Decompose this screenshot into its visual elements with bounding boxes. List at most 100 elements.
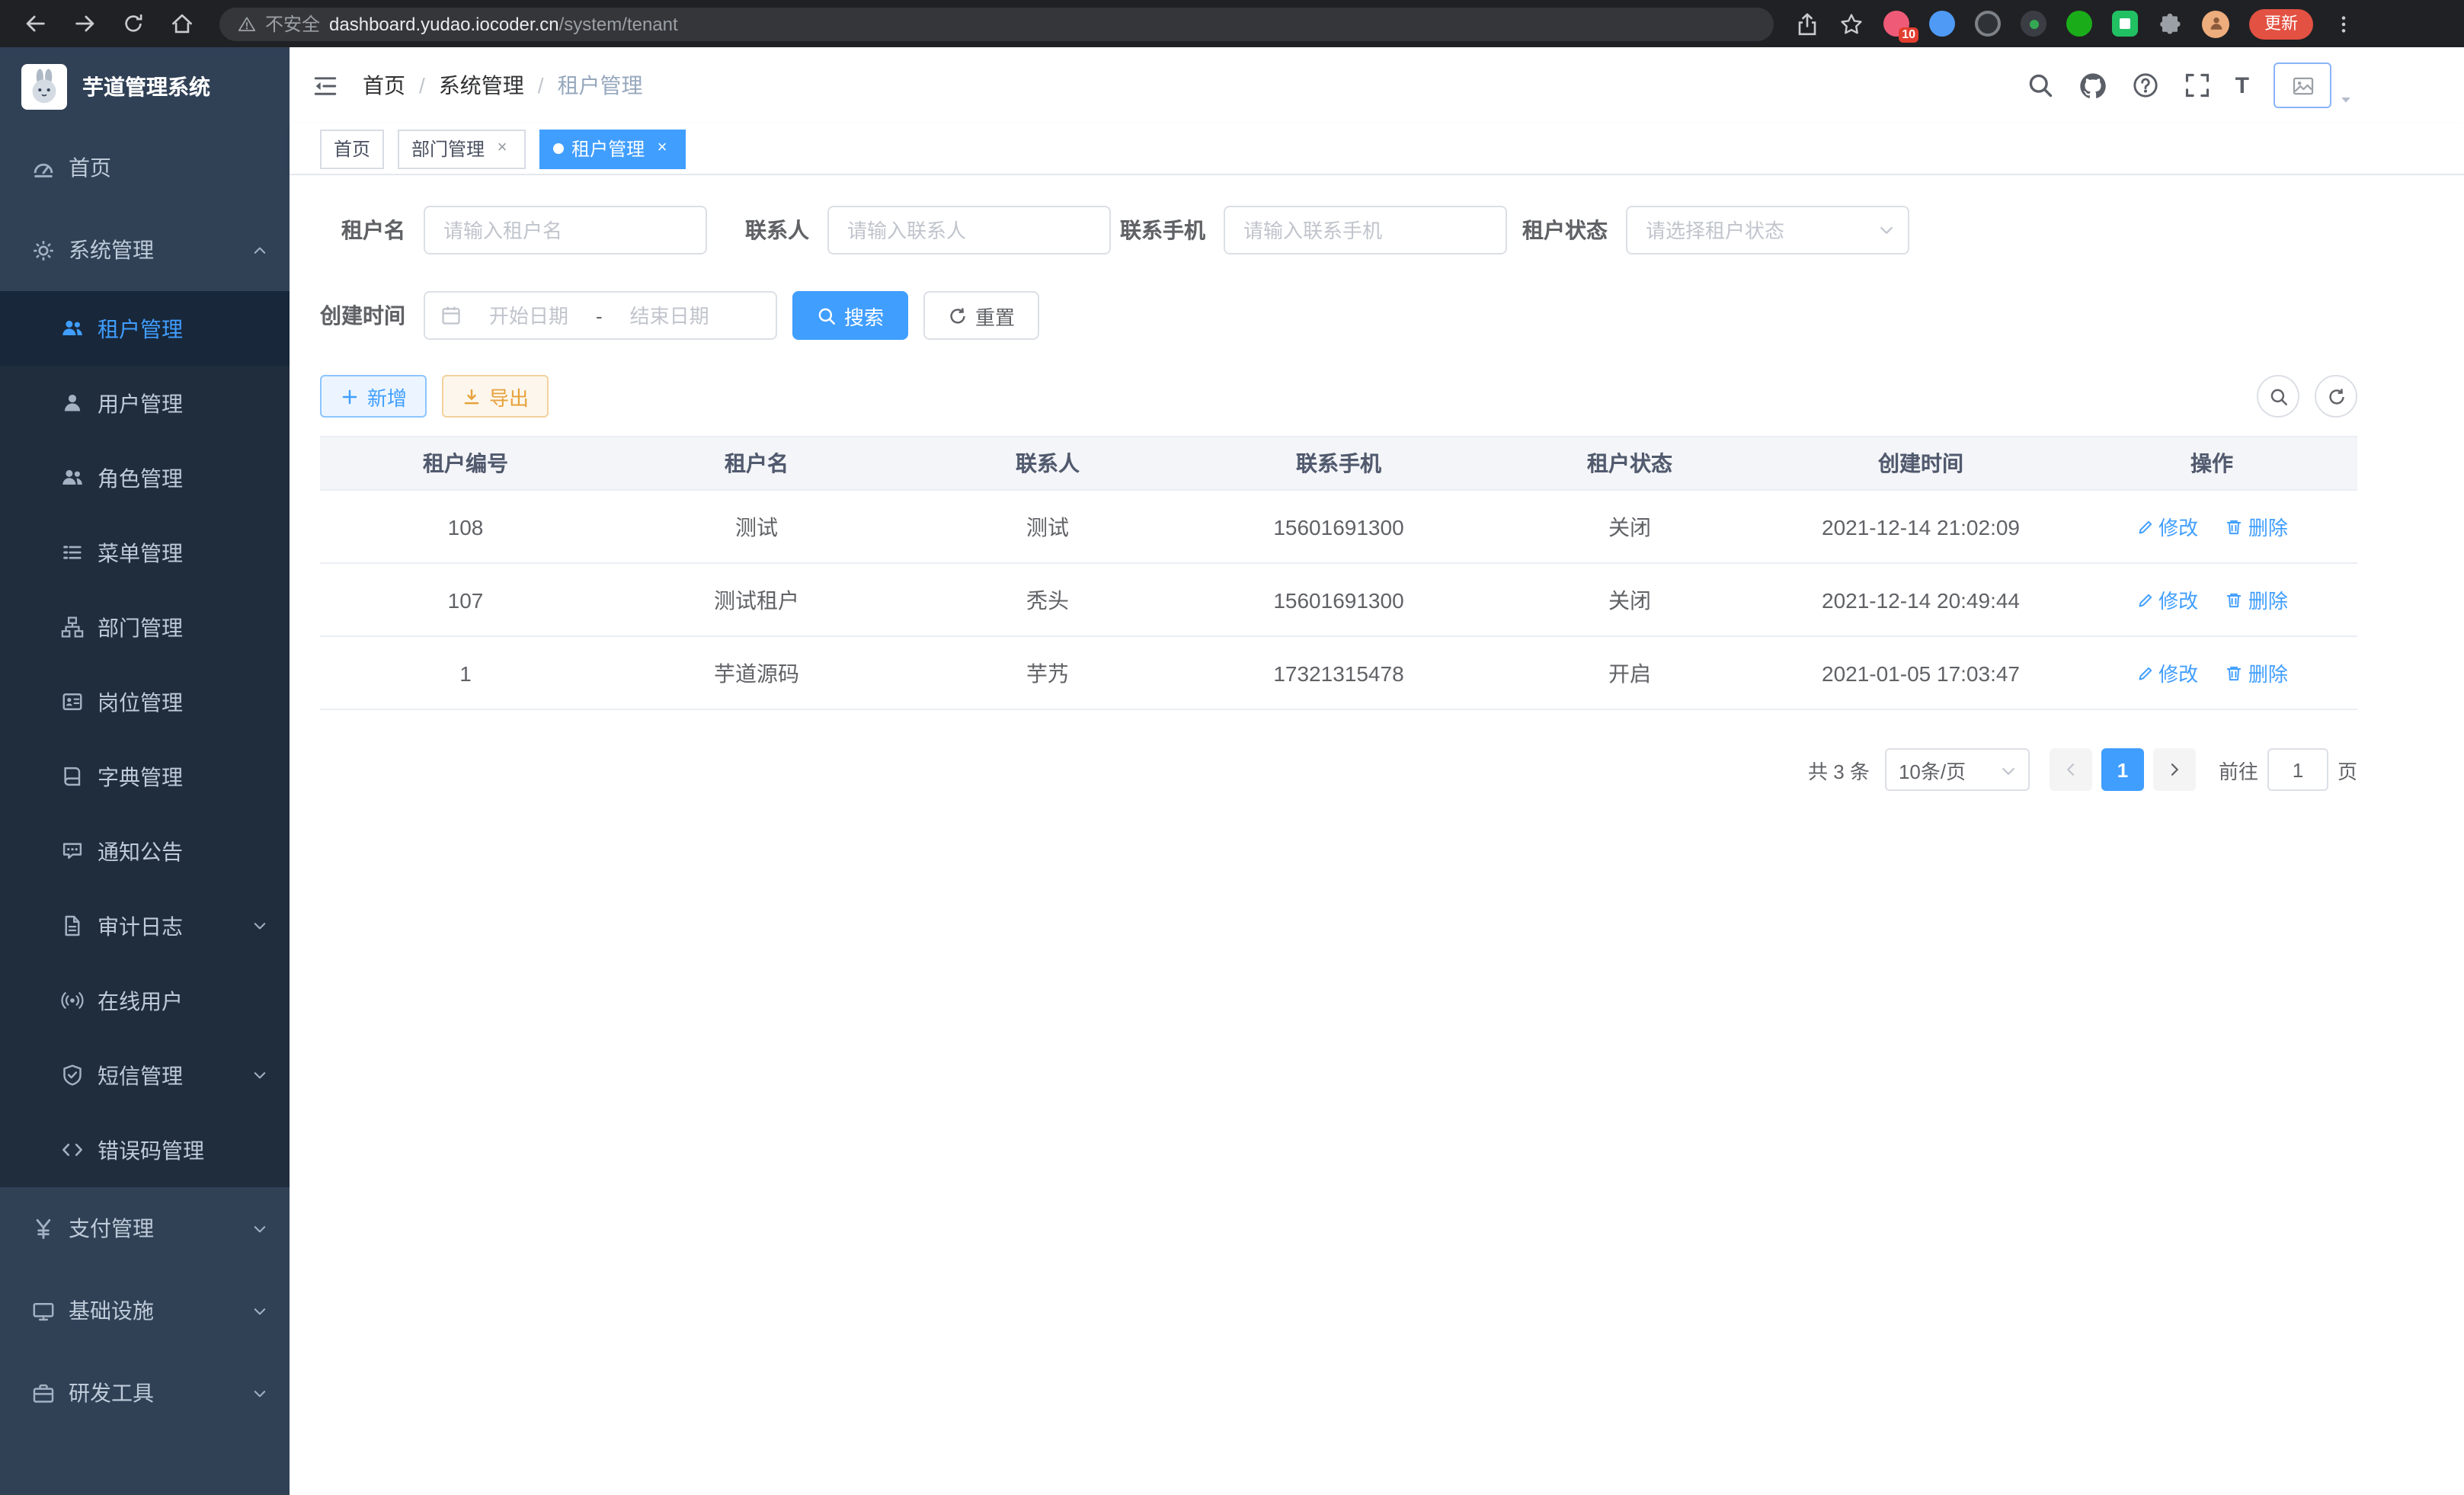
shield-icon [61,1064,84,1087]
edit-pencil-icon [2136,591,2154,609]
close-icon[interactable]: × [652,139,672,158]
breadcrumb-separator: / [538,73,544,98]
extension-icon-blue[interactable] [1929,11,1955,37]
sidebar-item-role[interactable]: 角色管理 [0,440,290,515]
chevron-down-icon [1877,221,1896,239]
cell-status: 开启 [1484,636,1775,709]
col-created: 创建时间 [1775,437,2066,490]
date-range-picker[interactable]: - [424,291,777,340]
edit-link[interactable]: 修改 [2136,585,2198,614]
sidebar-item-online-users[interactable]: 在线用户 [0,963,290,1038]
sidebar-item-system[interactable]: 系统管理 [0,209,290,291]
toggle-search-button[interactable] [2257,375,2299,418]
user-icon [61,392,84,415]
browser-menu-kebab-icon[interactable] [2333,13,2354,34]
end-date-input[interactable] [606,304,734,327]
cell-status: 关闭 [1484,490,1775,563]
start-date-input[interactable] [465,304,593,327]
reset-button[interactable]: 重置 [923,291,1039,340]
edit-link[interactable]: 修改 [2136,512,2198,541]
close-icon[interactable]: × [492,139,512,158]
browser-home-button[interactable] [162,4,201,43]
breadcrumb-home[interactable]: 首页 [363,70,405,101]
pagination: 共 3 条 10条/页 1 前往 页 [320,748,2357,791]
export-button[interactable]: 导出 [442,375,549,418]
refresh-table-button[interactable] [2315,375,2357,418]
font-size-icon[interactable]: T [2235,72,2249,98]
cell-mobile: 17321315478 [1193,636,1484,709]
github-icon[interactable] [2078,71,2107,100]
search-icon [817,306,837,325]
help-question-icon[interactable] [2132,72,2159,99]
forward-arrow-icon [72,12,95,35]
sidebar-item-dev-tools[interactable]: 研发工具 [0,1352,290,1434]
status-select[interactable] [1626,206,1909,255]
chrome-update-button[interactable]: 更新 [2249,8,2313,39]
tab-dept[interactable]: 部门管理× [398,129,526,168]
next-page-button[interactable] [2153,748,2196,791]
sidebar-item-payment[interactable]: 支付管理 [0,1187,290,1269]
browser-forward-button[interactable] [64,4,104,43]
mobile-input[interactable] [1224,206,1507,255]
address-bar[interactable]: 不安全 dashboard.yudao.iocoder.cn/system/te… [219,7,1774,40]
delete-link[interactable]: 删除 [2226,585,2288,614]
prev-page-button[interactable] [2050,748,2092,791]
extension-icon-dark-green-dot[interactable] [2021,11,2046,37]
share-icon[interactable] [1795,11,1819,36]
tenant-name-input[interactable] [424,206,707,255]
tab-home[interactable]: 首页 [320,129,384,168]
tab-tenant[interactable]: 租户管理× [539,129,686,168]
page-number-button[interactable]: 1 [2101,748,2144,791]
avatar [2274,62,2331,108]
breadcrumb-system[interactable]: 系统管理 [439,70,524,101]
edit-link[interactable]: 修改 [2136,658,2198,687]
sidebar-item-dept[interactable]: 部门管理 [0,590,290,664]
main-area: 首页 / 系统管理 / 租户管理 T 首页 部门管理× 租户管理× [290,47,2464,1495]
sidebar-item-tenant[interactable]: 租户管理 [0,291,290,366]
create-time-label: 创建时间 [320,300,405,331]
extension-icon-green[interactable] [2066,11,2092,37]
extensions-puzzle-icon[interactable] [2158,11,2182,36]
search-icon[interactable] [2027,72,2054,99]
extension-badge: 10 [1899,27,1918,43]
edit-pencil-icon [2136,664,2154,682]
browser-profile-avatar[interactable] [2202,10,2229,37]
sidebar-item-label: 支付管理 [69,1213,154,1244]
browser-reload-button[interactable] [113,4,152,43]
app-logo[interactable]: 芋道管理系统 [0,47,290,126]
sidebar-item-dict[interactable]: 字典管理 [0,739,290,814]
contact-input[interactable] [827,206,1111,255]
sidebar-item-post[interactable]: 岗位管理 [0,664,290,739]
sidebar-item-label: 部门管理 [98,612,183,642]
sidebar-item-user[interactable]: 用户管理 [0,366,290,440]
sidebar-item-sms[interactable]: 短信管理 [0,1038,290,1112]
sidebar-collapse-button[interactable] [290,47,357,123]
navbar: 首页 / 系统管理 / 租户管理 T [290,47,2464,123]
extension-icon-green-square[interactable] [2112,11,2138,37]
delete-link[interactable]: 删除 [2226,512,2288,541]
sidebar-item-notice[interactable]: 通知公告 [0,814,290,888]
sidebar-item-home[interactable]: 首页 [0,126,290,209]
fullscreen-icon[interactable] [2184,72,2211,99]
page-size-select[interactable]: 10条/页 [1885,748,2030,791]
cell-tenant-id: 1 [320,636,611,709]
goto-page-input[interactable] [2267,748,2328,791]
user-avatar-dropdown[interactable] [2274,62,2354,108]
sidebar-item-audit-log[interactable]: 审计日志 [0,888,290,963]
page-content: 租户名 联系人 联系手机 租户状态 [290,175,2464,1495]
sidebar-item-error-code[interactable]: 错误码管理 [0,1112,290,1187]
status-select-input[interactable] [1626,206,1909,255]
extension-icon-dark-ring[interactable] [1975,11,2001,37]
cell-tenant-id: 107 [320,563,611,636]
delete-link[interactable]: 删除 [2226,658,2288,687]
search-button[interactable]: 搜索 [792,291,908,340]
add-button[interactable]: 新增 [320,375,427,418]
sidebar-item-infra[interactable]: 基础设施 [0,1269,290,1352]
bookmark-star-icon[interactable] [1839,11,1864,36]
filter-contact: 联系人 [745,206,1111,255]
extension-icon-pink[interactable]: 10 [1883,11,1909,37]
filter-row-2: 创建时间 - 搜索 重置 [320,291,2357,340]
cell-mobile: 15601691300 [1193,490,1484,563]
sidebar-item-menu[interactable]: 菜单管理 [0,515,290,590]
browser-back-button[interactable] [15,4,55,43]
